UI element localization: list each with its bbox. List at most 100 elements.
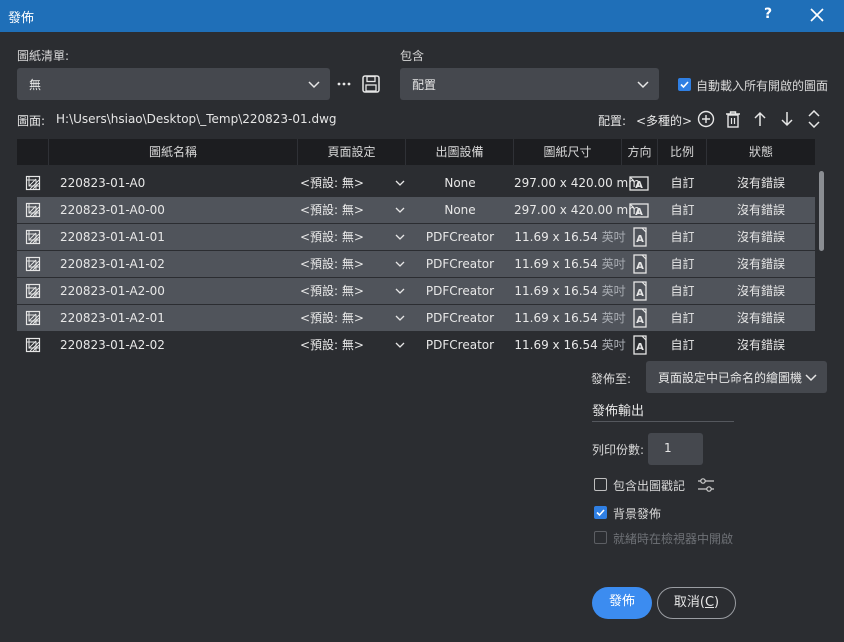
arrow-up-icon[interactable] <box>753 111 767 127</box>
cancel-text: 取消( <box>673 595 705 610</box>
svg-text:A: A <box>635 207 643 218</box>
chevron-down-icon[interactable] <box>394 177 406 189</box>
table-row[interactable]: 220823-01-A2-01 <預設: 無> PDFCreator 11.69 x … <box>17 305 815 331</box>
copies-input[interactable]: 1 <box>648 433 703 465</box>
chevron-down-icon[interactable] <box>394 312 406 324</box>
publish-to-value: 頁面設定中已命名的繪圖機 <box>658 371 803 385</box>
status-value: 沒有錯誤 <box>736 284 785 298</box>
page-setup-value[interactable]: <預設: 無> <box>300 197 364 223</box>
paper-size-unit: 英吋 <box>601 338 626 352</box>
cancel-button[interactable]: 取消(C) <box>657 587 736 619</box>
paper-size-unit: 英吋 <box>601 284 626 298</box>
title-bar: 發佈 ? <box>0 0 844 32</box>
scale-value: 自訂 <box>670 176 695 190</box>
config-label: 配置: <box>598 114 627 128</box>
table-scrollbar[interactable] <box>819 171 824 251</box>
drawing-path: H:\Users\hsiao\Desktop\_Temp\220823-01.d… <box>56 112 337 126</box>
paper-size: 11.69 x 16.54 英吋 <box>514 332 626 358</box>
paper-size: 297.00 x 420.00 mm <box>514 197 640 223</box>
sheet-icon <box>25 337 41 353</box>
paper-size-value: 297.00 x 420.00 mm <box>514 176 640 190</box>
chevron-down-icon[interactable] <box>394 258 406 270</box>
output-divider <box>592 421 734 422</box>
table-row[interactable]: 220823-01-A1-02 <預設: 無> PDFCreator 11.69 x … <box>17 251 815 277</box>
sheet-name: 220823-01-A1-01 <box>60 230 165 244</box>
scale-value: 自訂 <box>670 338 695 352</box>
table-row[interactable]: 220823-01-A0 <預設: 無> None 297.00 x 420.00 m… <box>17 170 815 196</box>
svg-text:A: A <box>636 288 644 299</box>
plot-stamp-label: 包含出圖戳記 <box>613 479 686 493</box>
page-setup-value[interactable]: <預設: 無> <box>300 251 364 277</box>
chevron-down-icon <box>804 370 818 384</box>
more-options-icon[interactable] <box>337 76 351 92</box>
include-select[interactable]: 配置 <box>400 68 659 100</box>
page-setup-value[interactable]: <預設: 無> <box>300 224 364 250</box>
page-setup-value[interactable]: <預設: 無> <box>300 278 364 304</box>
config-value[interactable]: <多種的> <box>636 112 692 129</box>
page-setup-value[interactable]: <預設: 無> <box>300 305 364 331</box>
stamp-settings-icon[interactable] <box>697 477 715 493</box>
header-plot-device[interactable]: 出圖設備 <box>406 139 514 165</box>
table-row[interactable]: 220823-01-A2-00 <預設: 無> PDFCreator 11.69 x … <box>17 278 815 304</box>
portrait-orientation-icon: A <box>632 308 648 328</box>
header-page-setup[interactable]: 頁面設定 <box>298 139 406 165</box>
landscape-orientation-icon: A <box>629 202 649 222</box>
chevron-down-icon[interactable] <box>394 231 406 243</box>
paper-size-unit: 英吋 <box>601 257 626 271</box>
sheet-list-label: 圖紙清單: <box>17 49 70 63</box>
sheet-icon <box>25 310 41 326</box>
table-row[interactable]: 220823-01-A1-01 <預設: 無> PDFCreator 11.69 x … <box>17 224 815 250</box>
expand-collapse-icon[interactable] <box>807 110 821 128</box>
add-icon[interactable] <box>697 110 715 128</box>
delete-icon[interactable] <box>725 110 741 128</box>
table-row[interactable]: 220823-01-A2-02 <預設: 無> PDFCreator 11.69 x … <box>17 332 815 358</box>
sheet-list-select[interactable]: 無 <box>17 68 330 100</box>
plot-stamp-checkbox[interactable] <box>594 478 607 491</box>
header-sheet-name[interactable]: 圖紙名稱 <box>49 139 298 165</box>
scale-value: 自訂 <box>670 311 695 325</box>
plot-device: None <box>444 203 476 217</box>
paper-size-value: 11.69 x 16.54 <box>514 311 602 325</box>
chevron-down-icon[interactable] <box>394 204 406 216</box>
scale-value: 自訂 <box>670 257 695 271</box>
plot-device: PDFCreator <box>425 311 495 325</box>
publish-button[interactable]: 發佈 <box>592 587 652 619</box>
chevron-down-icon[interactable] <box>394 339 406 351</box>
open-viewer-label: 就緒時在檢視器中開啟 <box>613 532 734 546</box>
sheet-name: 220823-01-A0-00 <box>60 203 165 217</box>
plot-device: None <box>444 176 476 190</box>
sheet-icon <box>25 202 41 218</box>
header-paper-size[interactable]: 圖紙尺寸 <box>514 139 622 165</box>
chevron-down-icon <box>307 77 321 91</box>
publish-to-select[interactable]: 頁面設定中已命名的繪圖機 <box>646 361 827 393</box>
save-icon[interactable] <box>361 74 381 94</box>
status-value: 沒有錯誤 <box>736 230 785 244</box>
status-value: 沒有錯誤 <box>736 338 785 352</box>
include-value: 配置 <box>412 78 437 92</box>
paper-size: 297.00 x 420.00 mm <box>514 170 640 196</box>
arrow-down-icon[interactable] <box>780 111 794 127</box>
sheet-name: 220823-01-A2-01 <box>60 311 165 325</box>
header-status[interactable]: 狀態 <box>707 139 815 165</box>
page-setup-value[interactable]: <預設: 無> <box>300 332 364 358</box>
scale-value: 自訂 <box>670 284 695 298</box>
chevron-down-icon[interactable] <box>394 285 406 297</box>
page-setup-value[interactable]: <預設: 無> <box>300 170 364 196</box>
svg-text:A: A <box>636 342 644 353</box>
background-publish-label: 背景發佈 <box>613 507 662 521</box>
cancel-close-paren: ) <box>714 595 720 610</box>
sheet-icon <box>25 175 41 191</box>
auto-load-checkbox[interactable] <box>678 78 691 91</box>
header-scale[interactable]: 比例 <box>658 139 707 165</box>
copies-label: 列印份數: <box>592 443 645 457</box>
table-row[interactable]: 220823-01-A0-00 <預設: 無> None 297.00 x 420.0… <box>17 197 815 223</box>
paper-size-value: 11.69 x 16.54 <box>514 284 602 298</box>
background-publish-checkbox[interactable] <box>594 506 607 519</box>
portrait-orientation-icon: A <box>632 227 648 247</box>
status-value: 沒有錯誤 <box>736 176 785 190</box>
header-orientation[interactable]: 方向 <box>622 139 658 165</box>
status-value: 沒有錯誤 <box>736 311 785 325</box>
help-icon[interactable]: ? <box>760 6 776 22</box>
status-value: 沒有錯誤 <box>736 203 785 217</box>
close-icon[interactable] <box>808 6 826 24</box>
